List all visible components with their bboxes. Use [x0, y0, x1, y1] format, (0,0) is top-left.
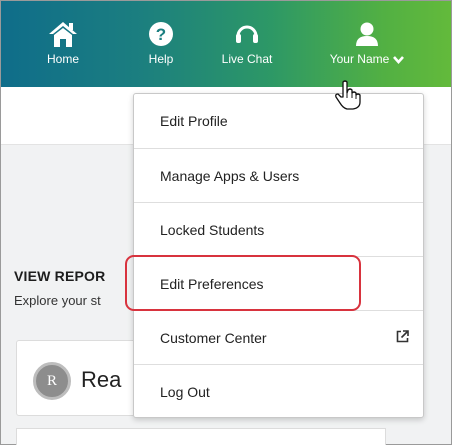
nav-help[interactable]: ? Help: [141, 19, 181, 75]
menu-item-label: Log Out: [160, 383, 210, 400]
menu-item-label: Manage Apps & Users: [160, 167, 300, 184]
menu-item-customer-center[interactable]: Customer Center: [134, 310, 423, 364]
chevron-down-icon: [393, 53, 405, 67]
nav-user-label: Your Name: [330, 52, 405, 67]
report-card-title: Rea: [81, 367, 122, 392]
next-card: [16, 428, 386, 445]
help-icon: ?: [148, 19, 174, 49]
menu-item-edit-profile[interactable]: Edit Profile: [134, 94, 423, 148]
menu-item-log-out[interactable]: Log Out: [134, 364, 423, 418]
menu-item-label: Edit Profile: [160, 113, 228, 129]
top-nav-bar: Home ? Help Live Chat Your Name: [1, 1, 451, 87]
home-icon: [48, 19, 78, 49]
user-name-text: Your Name: [329, 52, 390, 66]
highlight-annotation: [125, 255, 361, 311]
nav-home[interactable]: Home: [41, 19, 85, 75]
menu-item-locked-students[interactable]: Locked Students: [134, 202, 423, 256]
view-reports-subtitle: Explore your st: [14, 293, 101, 308]
menu-item-label: Customer Center: [160, 329, 267, 346]
user-icon: [354, 19, 380, 49]
nav-help-label: Help: [148, 52, 174, 66]
nav-home-label: Home: [46, 52, 79, 66]
nav-user-menu[interactable]: Your Name: [315, 19, 419, 75]
menu-item-manage-apps-users[interactable]: Manage Apps & Users: [134, 148, 423, 202]
report-avatar: R: [33, 362, 71, 400]
hand-pointer-cursor-icon: [335, 80, 361, 115]
svg-text:?: ?: [156, 25, 166, 44]
external-link-icon: [396, 330, 409, 346]
view-reports-heading: VIEW REPOR: [14, 268, 106, 284]
nav-live-chat-label: Live Chat: [221, 52, 273, 66]
nav-live-chat[interactable]: Live Chat: [209, 19, 285, 75]
headset-icon: [234, 19, 260, 49]
menu-item-label: Locked Students: [160, 221, 265, 238]
